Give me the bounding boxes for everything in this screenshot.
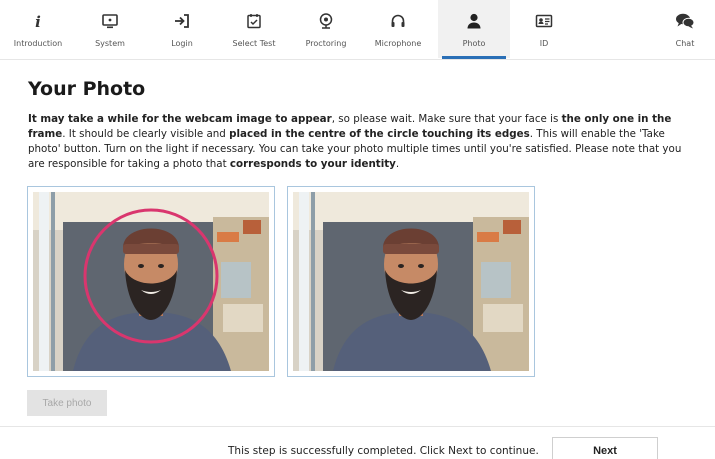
status-message: This step is successfully completed. Cli… (228, 445, 539, 457)
instruction-text: , so please wait. Make sure that your fa… (331, 113, 562, 125)
step-system[interactable]: System (74, 0, 146, 58)
step-label: Chat (675, 39, 695, 48)
active-step-indicator (442, 56, 506, 59)
instruction-emphasis: placed in the centre of the circle touch… (229, 128, 530, 140)
webcam-image (33, 192, 269, 371)
chat-icon (655, 12, 715, 30)
chat-button[interactable]: Chat (655, 0, 715, 58)
id-card-icon (508, 12, 580, 30)
info-icon: i (2, 12, 74, 30)
step-proctoring[interactable]: Proctoring (290, 0, 362, 58)
step-label: Proctoring (305, 39, 347, 48)
footer-bar: This step is successfully completed. Cli… (0, 426, 715, 459)
step-label: Select Test (232, 39, 276, 48)
calendar-check-icon (218, 12, 290, 30)
login-icon (146, 12, 218, 30)
headset-icon (362, 12, 434, 30)
step-label: Photo (462, 39, 486, 48)
user-icon (438, 12, 510, 30)
step-label: System (95, 39, 125, 48)
svg-text:i: i (35, 13, 41, 30)
step-login[interactable]: Login (146, 0, 218, 58)
step-introduction[interactable]: i Introduction (2, 0, 74, 58)
step-id[interactable]: ID (508, 0, 580, 58)
step-label: Introduction (13, 39, 63, 48)
instruction-text: . (395, 158, 400, 170)
captured-photo-preview (287, 186, 535, 377)
instructions-text: It may take a while for the webcam image… (28, 112, 698, 172)
captured-photo-image (293, 192, 529, 371)
webcam-icon (290, 12, 362, 30)
step-label: ID (539, 39, 549, 48)
instruction-emphasis: It may take a while for the webcam image… (28, 113, 332, 125)
webcam-live-feed (27, 186, 275, 377)
instruction-text: . It should be clearly visible and (62, 128, 230, 140)
step-select-test[interactable]: Select Test (218, 0, 290, 58)
instruction-emphasis: corresponds to your identity (229, 158, 396, 170)
monitor-icon (74, 12, 146, 30)
step-photo[interactable]: Photo (438, 0, 510, 59)
next-button[interactable]: Next (552, 437, 658, 459)
step-label: Login (171, 39, 193, 48)
page-title: Your Photo (28, 78, 146, 100)
step-navigation: i Introduction System Login Select Test … (0, 0, 715, 60)
step-microphone[interactable]: Microphone (362, 0, 434, 58)
step-label: Microphone (374, 39, 422, 48)
take-photo-button[interactable]: Take photo (27, 390, 107, 416)
